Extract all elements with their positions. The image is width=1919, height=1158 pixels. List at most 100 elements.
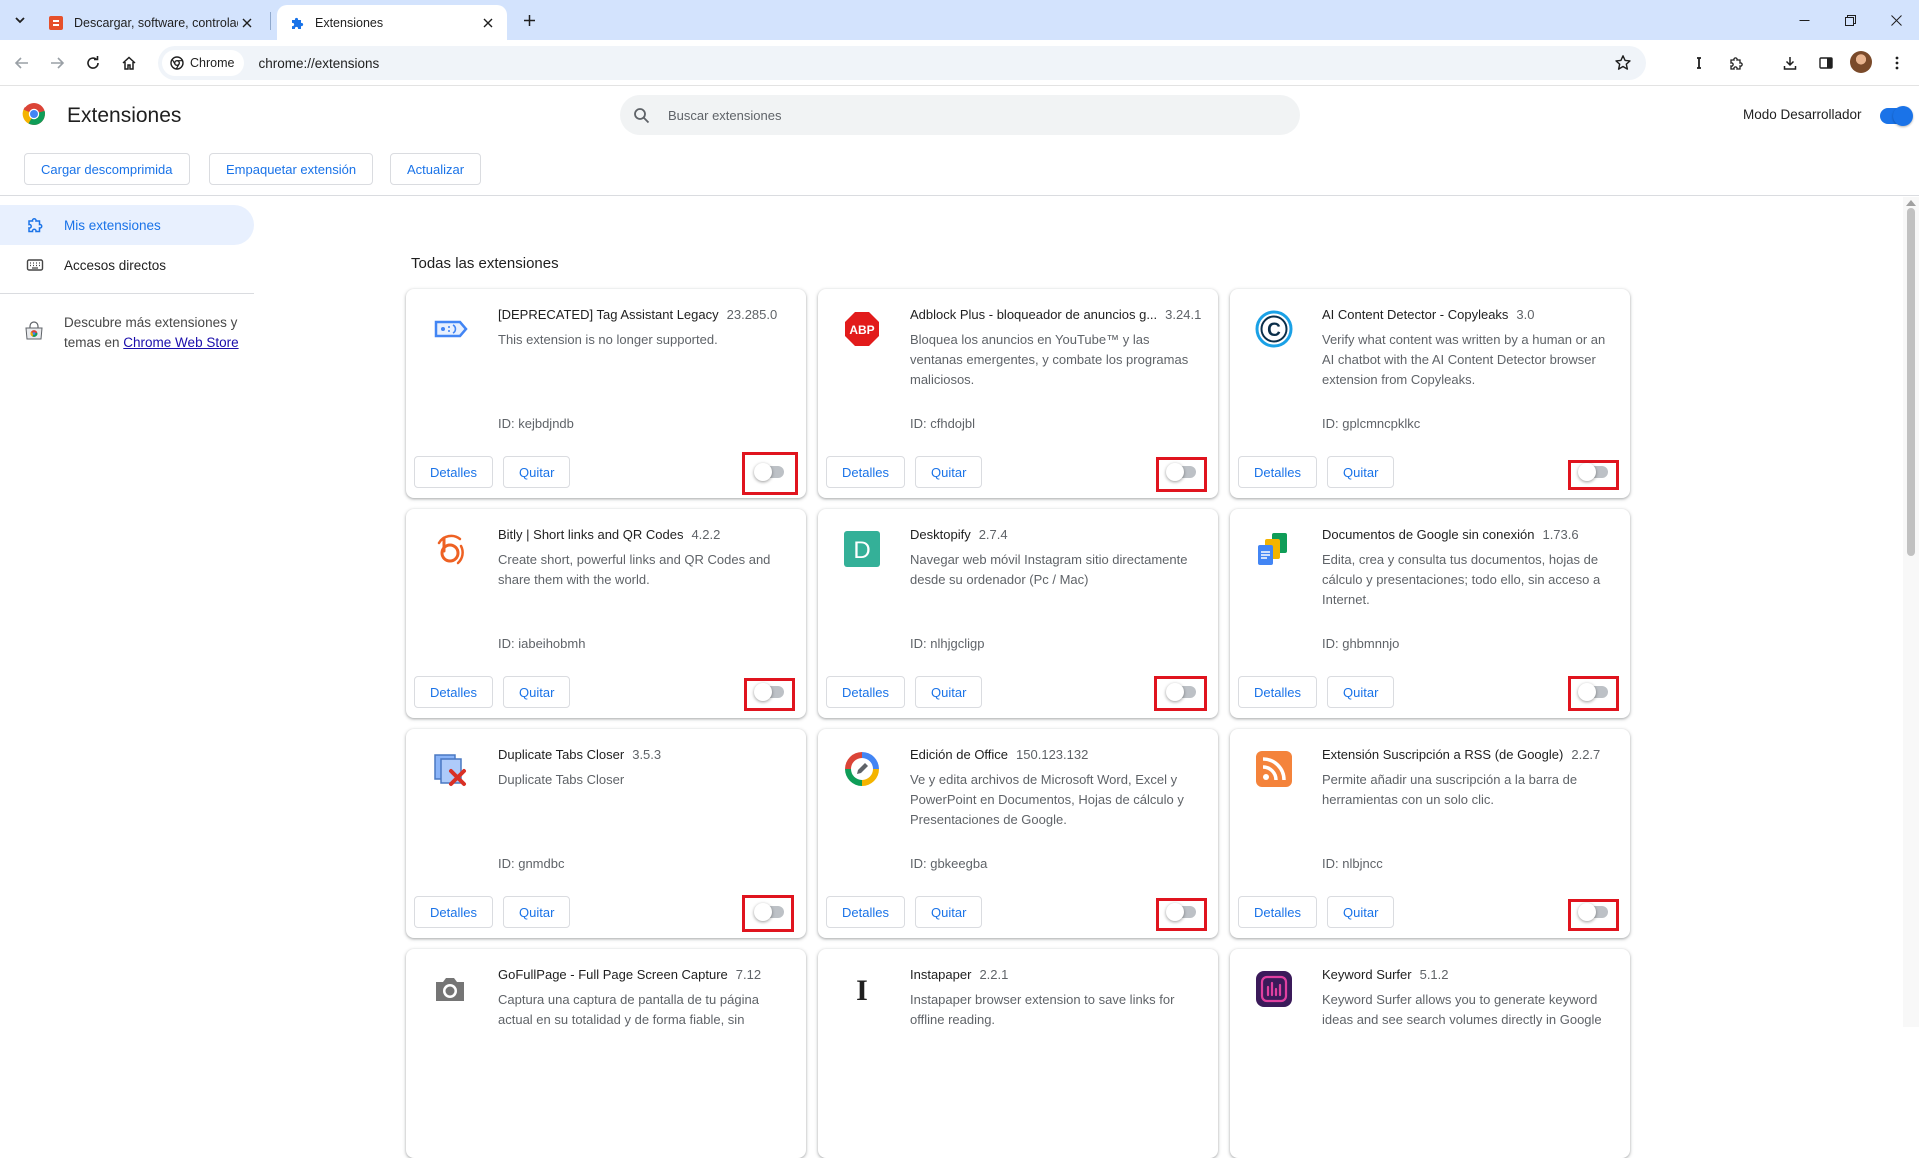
details-button[interactable]: Detalles <box>414 676 493 708</box>
remove-button[interactable]: Quitar <box>915 676 983 708</box>
load-unpacked-button[interactable]: Cargar descomprimida <box>24 153 190 185</box>
google-docs-icon <box>1254 529 1294 569</box>
restore-button[interactable] <box>1827 0 1873 40</box>
plus-icon <box>523 14 535 26</box>
details-button[interactable]: Detalles <box>414 896 493 928</box>
tab-extensions[interactable]: Extensiones <box>277 5 507 40</box>
enable-toggle[interactable] <box>1578 903 1608 921</box>
sidebar-item-my-extensions[interactable]: Mis extensiones <box>0 205 254 245</box>
scroll-up-arrow-icon[interactable] <box>1906 200 1916 206</box>
rss-icon <box>1254 749 1294 789</box>
forward-button[interactable] <box>43 49 71 77</box>
sidebar-item-label: Accesos directos <box>64 257 167 273</box>
back-button[interactable] <box>8 49 36 77</box>
search-extensions-box[interactable] <box>620 95 1300 135</box>
extension-name-line: AI Content Detector - Copyleaks 3.0 <box>1322 307 1618 322</box>
remove-button[interactable]: Quitar <box>1327 896 1395 928</box>
details-button[interactable]: Detalles <box>826 676 905 708</box>
extension-id: ID: gplcmncpklkc <box>1322 416 1421 431</box>
sidebar-item-shortcuts[interactable]: Accesos directos <box>0 245 254 285</box>
reload-button[interactable] <box>79 49 107 77</box>
home-button[interactable] <box>115 49 143 77</box>
enable-toggle[interactable] <box>754 463 784 481</box>
chrome-web-store-link[interactable]: Chrome Web Store <box>123 335 238 350</box>
details-button[interactable]: Detalles <box>1238 896 1317 928</box>
extension-card: Documentos de Google sin conexión 1.73.6 … <box>1230 509 1630 718</box>
keyword-surfer-icon <box>1254 969 1294 1009</box>
chrome-menu-button[interactable] <box>1883 49 1911 77</box>
remove-button[interactable]: Quitar <box>1327 456 1395 488</box>
extension-version: 150.123.132 <box>1016 747 1089 762</box>
back-icon <box>14 57 28 69</box>
enable-toggle[interactable] <box>1578 463 1608 481</box>
new-tab-button[interactable] <box>518 9 540 31</box>
extension-version: 7.12 <box>735 967 762 982</box>
profile-avatar[interactable] <box>1850 51 1872 73</box>
enable-toggle[interactable] <box>1166 463 1196 481</box>
extension-name-line: GoFullPage - Full Page Screen Capture 7.1… <box>498 967 794 982</box>
scrollbar-thumb[interactable] <box>1907 208 1915 556</box>
remove-button[interactable]: Quitar <box>915 896 983 928</box>
instapaper-icon <box>1697 57 1701 69</box>
extensions-menu-button[interactable] <box>1722 49 1750 77</box>
extension-description: Instapaper browser extension to save lin… <box>910 992 1175 1027</box>
enable-toggle[interactable] <box>754 903 784 921</box>
svg-text:I: I <box>856 974 868 1007</box>
remove-button[interactable]: Quitar <box>503 456 571 488</box>
details-button[interactable]: Detalles <box>826 896 905 928</box>
extension-description: Edita, crea y consulta tus documentos, h… <box>1322 552 1601 607</box>
extension-id: ID: nlbjncc <box>1322 856 1383 871</box>
extension-id: ID: kejbdjndb <box>498 416 574 431</box>
enable-toggle[interactable] <box>1578 683 1608 701</box>
extension-name-line: Documentos de Google sin conexión 1.73.6 <box>1322 527 1618 542</box>
details-button[interactable]: Detalles <box>1238 676 1317 708</box>
extension-name-line: Bitly | Short links and QR Codes 4.2.2 <box>498 527 794 542</box>
extensions-puzzle-icon <box>1730 57 1743 70</box>
details-button[interactable]: Detalles <box>414 456 493 488</box>
svg-text:D: D <box>853 537 870 564</box>
extension-id: ID: iabeihobmh <box>498 636 586 651</box>
developer-mode-toggle[interactable] <box>1880 106 1913 126</box>
extension-name: Desktopify <box>910 527 971 542</box>
remove-button[interactable]: Quitar <box>915 456 983 488</box>
web-store-text: Descubre más extensiones y temas en Chro… <box>64 313 254 353</box>
minimize-button[interactable] <box>1781 0 1827 40</box>
pack-extension-button[interactable]: Empaquetar extensión <box>209 153 374 185</box>
puzzle-icon <box>289 15 305 31</box>
extension-id: ID: gnmdbc <box>498 856 565 871</box>
search-extensions-input[interactable] <box>666 106 1226 124</box>
downloads-button[interactable] <box>1776 49 1804 77</box>
tab-search-button[interactable] <box>8 8 32 32</box>
enable-toggle[interactable] <box>1166 903 1196 921</box>
svg-text:ABP: ABP <box>849 323 874 337</box>
tab-softonic[interactable]: Descargar, software, controladores, jueg… <box>36 5 266 40</box>
remove-button[interactable]: Quitar <box>503 896 571 928</box>
address-bar[interactable]: Chrome chrome://extensions <box>158 46 1646 80</box>
close-tab-icon[interactable] <box>479 14 497 32</box>
extension-description: Permite añadir una suscripción a la barr… <box>1322 772 1578 807</box>
details-button[interactable]: Detalles <box>1238 456 1317 488</box>
url-text[interactable]: chrome://extensions <box>258 56 379 71</box>
remove-button[interactable]: Quitar <box>1327 676 1395 708</box>
restore-icon <box>1844 14 1856 26</box>
update-button[interactable]: Actualizar <box>390 153 482 185</box>
site-info-chip[interactable]: Chrome <box>162 50 245 76</box>
extension-name-line: Edición de Office 150.123.132 <box>910 747 1206 762</box>
remove-button[interactable]: Quitar <box>503 676 571 708</box>
close-tab-icon[interactable] <box>238 14 256 32</box>
enable-toggle[interactable] <box>754 683 784 701</box>
web-store-icon <box>25 321 43 340</box>
extension-description: Verify what content was written by a hum… <box>1322 332 1606 387</box>
extension-name-line: Duplicate Tabs Closer 3.5.3 <box>498 747 794 762</box>
close-window-button[interactable] <box>1873 0 1919 40</box>
bookmark-star-icon[interactable] <box>1614 54 1632 72</box>
extension-card: Extensión Suscripción a RSS (de Google) 2… <box>1230 729 1630 938</box>
extension-description: Ve y edita archivos de Microsoft Word, E… <box>910 772 1184 827</box>
enable-toggle[interactable] <box>1166 683 1196 701</box>
extension-name: Adblock Plus - bloqueador de anuncios g.… <box>910 307 1158 322</box>
extension-id: ID: cfhdojbl <box>910 416 976 431</box>
details-button[interactable]: Detalles <box>826 456 905 488</box>
side-panel-button[interactable] <box>1812 49 1840 77</box>
instapaper-toolbar-button[interactable] <box>1685 49 1713 77</box>
home-icon <box>122 56 136 70</box>
